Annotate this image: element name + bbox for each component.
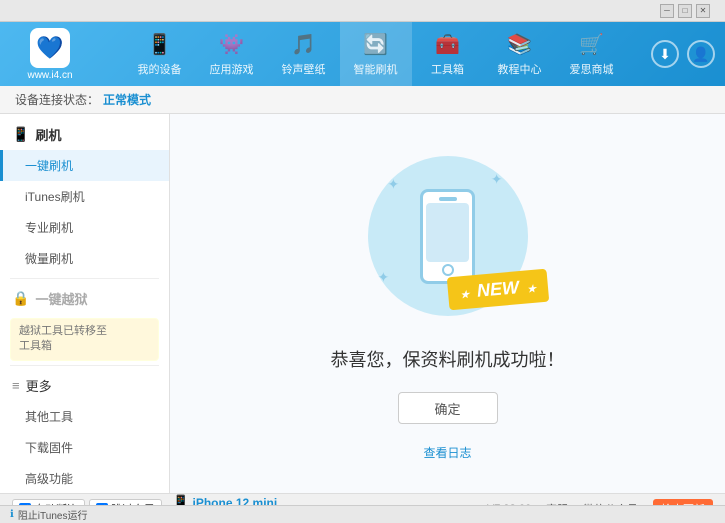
sidebar-item-itunes-flash[interactable]: iTunes刷机 [0,181,169,212]
sidebar-item-one-key-flash[interactable]: 一键刷机 [0,150,169,181]
download-button[interactable]: ⬇ [651,40,679,68]
ringtone-icon: 🎵 [291,32,316,57]
tutorial-label: 教程中心 [498,61,542,77]
close-button[interactable]: ✕ [696,4,710,18]
tutorial-icon: 📚 [507,32,532,57]
flash-section-title: 📱 刷机 [0,119,169,150]
logo: 💙 www.i4.cn [10,28,90,81]
flash-section-icon: 📱 [12,126,29,143]
toolbox-label: 工具箱 [431,61,464,77]
nav-store[interactable]: 🛒 爱思商城 [556,22,628,86]
sparkle-2: ✦ [388,176,400,193]
header: 💙 www.i4.cn 📱 我的设备 👾 应用游戏 🎵 铃声壁纸 🔄 智能刷机 … [0,22,725,86]
sidebar-item-other-tools[interactable]: 其他工具 [0,401,169,432]
store-label: 爱思商城 [570,61,614,77]
my-device-icon: 📱 [147,32,172,57]
sidebar: 📱 刷机 一键刷机 iTunes刷机 专业刷机 微量刷机 🔒 一键越狱 越狱工具… [0,114,170,493]
phone-home-button [442,264,454,276]
sparkle-1: ✦ [491,171,503,188]
nav-ringtone[interactable]: 🎵 铃声壁纸 [268,22,340,86]
minimize-button[interactable]: ─ [660,4,674,18]
ringtone-label: 铃声壁纸 [282,61,326,77]
logo-icon: 💙 [30,28,70,68]
sidebar-divider-1 [10,278,159,279]
lock-icon: 🔒 [12,290,29,307]
maximize-button[interactable]: □ [678,4,692,18]
smart-flash-label: 智能刷机 [354,61,398,77]
phone-shape [420,189,475,284]
header-actions: ⬇ 👤 [651,40,715,68]
success-illustration: ✦ ✦ ✦ NEW [358,146,538,326]
sidebar-item-micro-flash[interactable]: 微量刷机 [0,243,169,274]
sidebar-item-pro-flash[interactable]: 专业刷机 [0,212,169,243]
flash-section-label: 刷机 [35,125,61,144]
success-text: 恭喜您，保资料刷机成功啦！ [331,346,565,372]
content-area: ✦ ✦ ✦ NEW 恭喜您，保资料刷机成功啦！ 确定 查看日志 [170,114,725,493]
nav-smart-flash[interactable]: 🔄 智能刷机 [340,22,412,86]
status-value: 正常模式 [103,91,151,108]
confirm-button[interactable]: 确定 [398,392,498,424]
view-log-link[interactable]: 查看日志 [423,444,471,461]
itunes-icon: ℹ [10,509,14,520]
status-bar: 设备连接状态： 正常模式 [0,86,725,114]
my-device-label: 我的设备 [138,61,182,77]
sidebar-divider-2 [10,365,159,366]
sparkle-3: ✦ [378,269,390,286]
smart-flash-icon: 🔄 [363,32,388,57]
store-icon: 🛒 [579,32,604,57]
main-area: 📱 刷机 一键刷机 iTunes刷机 专业刷机 微量刷机 🔒 一键越狱 越狱工具… [0,114,725,493]
more-icon: ≡ [12,378,20,393]
nav-my-device[interactable]: 📱 我的设备 [124,22,196,86]
status-label: 设备连接状态： [15,91,99,108]
user-button[interactable]: 👤 [687,40,715,68]
toolbox-icon: 🧰 [435,32,460,57]
itunes-label: 阻止iTunes运行 [18,507,88,522]
sidebar-item-advanced[interactable]: 高级功能 [0,463,169,493]
nav-bar: 📱 我的设备 👾 应用游戏 🎵 铃声壁纸 🔄 智能刷机 🧰 工具箱 📚 教程中心… [100,22,651,86]
itunes-bar: ℹ 阻止iTunes运行 [0,505,725,523]
titlebar: ─ □ ✕ [0,0,725,22]
sidebar-item-download-firmware[interactable]: 下载固件 [0,432,169,463]
window-controls[interactable]: ─ □ ✕ [660,4,710,18]
nav-toolbox[interactable]: 🧰 工具箱 [412,22,484,86]
nav-app-game[interactable]: 👾 应用游戏 [196,22,268,86]
sidebar-note: 越狱工具已转移至 工具箱 [10,318,159,361]
logo-text: www.i4.cn [27,70,72,81]
app-game-icon: 👾 [219,32,244,57]
nav-tutorial[interactable]: 📚 教程中心 [484,22,556,86]
app-game-label: 应用游戏 [210,61,254,77]
one-key-restore-section: 🔒 一键越狱 [0,283,169,314]
more-section-title: ≡ 更多 [0,370,169,401]
phone-screen [426,203,469,262]
phone-speaker [439,197,457,201]
